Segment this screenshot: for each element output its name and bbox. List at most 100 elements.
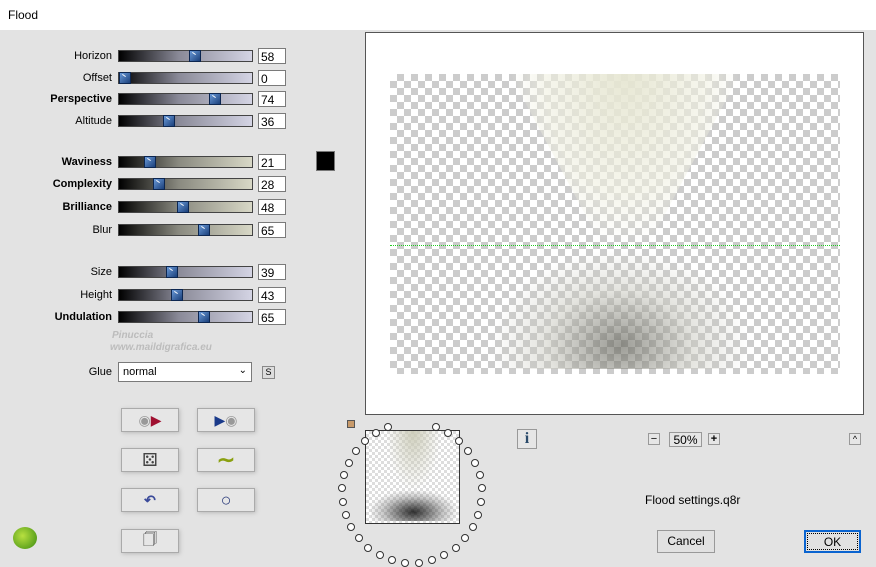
brilliance-slider[interactable] xyxy=(118,201,253,213)
perspective-slider[interactable] xyxy=(118,93,253,105)
ring-dot[interactable] xyxy=(461,534,469,542)
orange-marker[interactable] xyxy=(347,420,355,428)
reset-button[interactable]: ○ xyxy=(197,488,255,512)
disc-icon: ◉ xyxy=(225,411,238,428)
altitude-slider-thumb[interactable] xyxy=(163,115,175,127)
flood-water xyxy=(490,249,750,369)
copy-icon: 🗍 xyxy=(143,531,157,547)
ring-dot[interactable] xyxy=(464,447,472,455)
color-swatch[interactable] xyxy=(316,151,335,171)
zoom-out-button[interactable]: − xyxy=(648,433,660,445)
complexity-value-input[interactable]: 28 xyxy=(258,176,286,192)
glue-select[interactable]: normal ⌄ xyxy=(118,362,252,382)
ring-dot[interactable] xyxy=(415,559,423,567)
altitude-slider[interactable] xyxy=(118,115,253,127)
ring-dot[interactable] xyxy=(345,459,353,467)
ring-dot[interactable] xyxy=(452,544,460,552)
horizon-label: Horizon xyxy=(74,50,112,62)
undo-icon: ↶ xyxy=(144,491,156,508)
undulation-value-input[interactable]: 65 xyxy=(258,309,286,325)
ring-dot[interactable] xyxy=(361,437,369,445)
zoom-level: 50% xyxy=(669,432,702,447)
zoom-in-button[interactable]: + xyxy=(708,433,720,445)
glue-label: Glue xyxy=(88,366,112,378)
ring-dot[interactable] xyxy=(440,551,448,559)
watermark: Pinuccia www.maildigrafica.eu xyxy=(90,330,212,354)
undo-button[interactable]: ↶ xyxy=(121,488,179,512)
brilliance-slider-thumb[interactable] xyxy=(177,201,189,213)
ring-dot[interactable] xyxy=(355,534,363,542)
preview-canvas[interactable] xyxy=(390,74,840,374)
offset-slider-thumb[interactable] xyxy=(119,72,131,84)
cancel-button[interactable]: Cancel xyxy=(657,530,715,553)
horizon-value-input[interactable]: 58 xyxy=(258,48,286,64)
blur-value-input[interactable]: 65 xyxy=(258,222,286,238)
s-button[interactable]: S xyxy=(262,366,275,379)
offset-slider[interactable] xyxy=(118,72,253,84)
ring-dot[interactable] xyxy=(476,471,484,479)
perspective-value-input[interactable]: 74 xyxy=(258,91,286,107)
height-slider[interactable] xyxy=(118,289,253,301)
ring-dot[interactable] xyxy=(338,484,346,492)
waviness-value-input[interactable]: 21 xyxy=(258,154,286,170)
ring-dot[interactable] xyxy=(339,498,347,506)
ring-dot[interactable] xyxy=(342,511,350,519)
collapse-button[interactable]: ^ xyxy=(849,433,861,445)
chevron-down-icon: ⌄ xyxy=(238,365,247,376)
horizon-slider-thumb[interactable] xyxy=(189,50,201,62)
settings-filename: Flood settings.q8r xyxy=(645,493,741,507)
ring-dot[interactable] xyxy=(428,556,436,564)
size-slider-thumb[interactable] xyxy=(166,266,178,278)
ring-dot[interactable] xyxy=(444,429,452,437)
wave-button[interactable]: ∼ xyxy=(197,447,255,472)
complexity-slider-thumb[interactable] xyxy=(153,178,165,190)
info-button[interactable]: i xyxy=(517,429,537,449)
ring-dot[interactable] xyxy=(477,498,485,506)
save-preset-button[interactable]: ▶ ◉ xyxy=(197,408,255,432)
altitude-label: Altitude xyxy=(75,115,112,127)
thumb-top xyxy=(386,431,441,491)
flood-reflection-top xyxy=(510,74,740,246)
height-slider-thumb[interactable] xyxy=(171,289,183,301)
ring-dot[interactable] xyxy=(352,447,360,455)
waviness-slider[interactable] xyxy=(118,156,253,168)
undulation-slider[interactable] xyxy=(118,311,253,323)
undulation-slider-thumb[interactable] xyxy=(198,311,210,323)
randomize-button[interactable]: ⚄ xyxy=(121,448,179,472)
ring-dot[interactable] xyxy=(455,437,463,445)
altitude-value-input[interactable]: 36 xyxy=(258,113,286,129)
load-preset-button[interactable]: ◉ ▶ xyxy=(121,408,179,432)
ok-button[interactable]: OK xyxy=(804,530,861,553)
ring-dot[interactable] xyxy=(364,544,372,552)
size-label: Size xyxy=(90,266,112,278)
ring-dot[interactable] xyxy=(388,556,396,564)
ring-dot[interactable] xyxy=(384,423,392,431)
ring-dot[interactable] xyxy=(376,551,384,559)
ring-dot[interactable] xyxy=(469,523,477,531)
height-value-input[interactable]: 43 xyxy=(258,287,286,303)
offset-value-input[interactable]: 0 xyxy=(258,70,286,86)
horizon-slider[interactable] xyxy=(118,50,253,62)
blur-slider-thumb[interactable] xyxy=(198,224,210,236)
navigator-thumbnail[interactable] xyxy=(365,430,460,524)
ring-dot[interactable] xyxy=(401,559,409,567)
brilliance-value-input[interactable]: 48 xyxy=(258,199,286,215)
ring-dot[interactable] xyxy=(478,484,486,492)
horizon-line[interactable] xyxy=(390,245,840,246)
ring-dot[interactable] xyxy=(432,423,440,431)
complexity-label: Complexity xyxy=(52,178,112,190)
undulation-label: Undulation xyxy=(54,311,112,323)
ring-dot[interactable] xyxy=(372,429,380,437)
brilliance-label: Brilliance xyxy=(62,201,112,213)
size-value-input[interactable]: 39 xyxy=(258,264,286,280)
waviness-slider-thumb[interactable] xyxy=(144,156,156,168)
complexity-slider[interactable] xyxy=(118,178,253,190)
ring-dot[interactable] xyxy=(340,471,348,479)
ring-dot[interactable] xyxy=(471,459,479,467)
blur-slider[interactable] xyxy=(118,224,253,236)
size-slider[interactable] xyxy=(118,266,253,278)
perspective-slider-thumb[interactable] xyxy=(209,93,221,105)
copy-button[interactable]: 🗍 xyxy=(121,529,179,553)
ring-dot[interactable] xyxy=(474,511,482,519)
ring-dot[interactable] xyxy=(347,523,355,531)
